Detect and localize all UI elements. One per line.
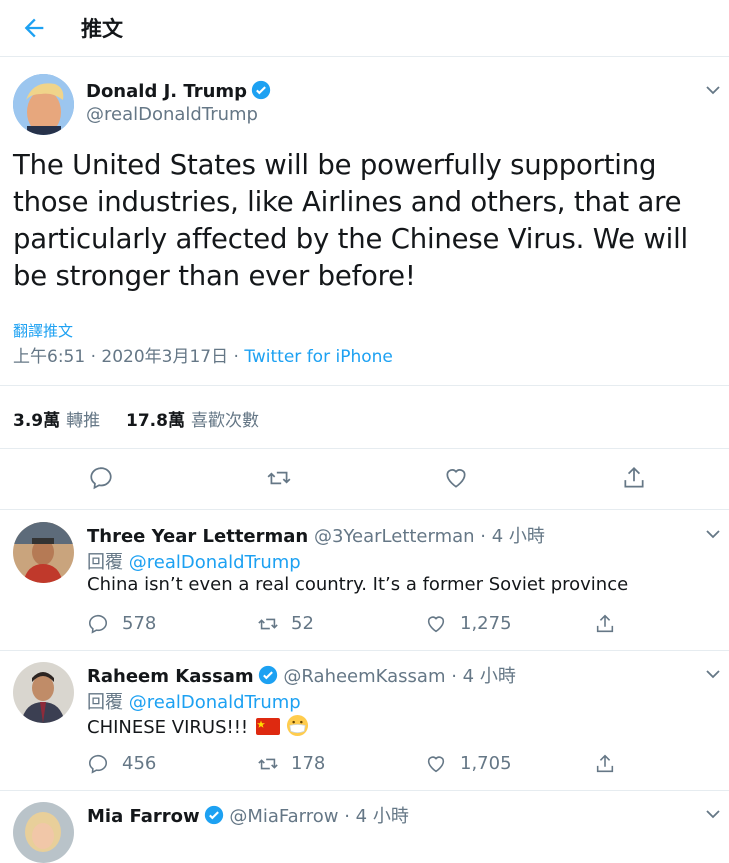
tweet-meta: 上午6:51 · 2020年3月17日 · Twitter for iPhone: [13, 342, 393, 367]
likes-stat[interactable]: 17.8萬 喜歡次數: [126, 406, 259, 431]
verified-badge-icon: [204, 805, 223, 825]
reply-text: CHINESE VIRUS!!!: [87, 714, 309, 738]
reply-icon: [88, 614, 108, 634]
avatar[interactable]: [13, 802, 74, 863]
reply-actions: 578 52 1,275: [87, 612, 647, 636]
reply-time: · 4 小時: [451, 666, 516, 687]
author-name[interactable]: Raheem Kassam: [87, 666, 254, 687]
chevron-down-icon[interactable]: [705, 806, 721, 822]
page-title: 推文: [81, 17, 123, 41]
translate-link[interactable]: 翻譯推文: [13, 320, 73, 341]
reply-time: · 4 小時: [480, 526, 545, 547]
like-icon: [427, 616, 445, 633]
reply-tweet: Mia Farrow @MiaFarrow · 4 小時: [0, 790, 729, 863]
reply-tweet: Raheem Kassam @RaheemKassam · 4 小時 回覆 @r…: [0, 650, 729, 791]
tweet-stats: 3.9萬 轉推 17.8萬 喜歡次數: [0, 385, 729, 449]
reply-to: 回覆 @realDonaldTrump: [87, 692, 301, 713]
chevron-down-icon[interactable]: [705, 82, 721, 98]
source-link[interactable]: Twitter for iPhone: [244, 347, 393, 367]
china-flag-emoji: [255, 718, 280, 735]
avatar[interactable]: [13, 662, 74, 723]
chevron-down-icon[interactable]: [705, 526, 721, 542]
reply-text: China isn’t even a real country. It’s a …: [87, 574, 629, 595]
retweet-icon: [258, 758, 278, 770]
avatar[interactable]: [13, 74, 74, 135]
author-handle[interactable]: @3YearLetterman: [314, 526, 475, 547]
retweet-icon[interactable]: [266, 465, 292, 491]
retweets-stat[interactable]: 3.9萬 轉推: [13, 406, 100, 431]
reply-author: Mia Farrow @MiaFarrow · 4 小時: [87, 802, 409, 828]
timestamp: 上午6:51 · 2020年3月17日 ·: [13, 347, 245, 367]
retweet-icon: [258, 618, 278, 630]
reply-author: Three Year Letterman @3YearLetterman · 4…: [87, 522, 545, 548]
mask-face-emoji: [286, 714, 308, 737]
author-name[interactable]: Mia Farrow: [87, 806, 200, 827]
reply-actions: 456 178 1,705: [87, 752, 647, 776]
author-handle[interactable]: @MiaFarrow: [229, 806, 338, 827]
top-bar: 推文: [0, 0, 729, 57]
reply-to-handle[interactable]: @realDonaldTrump: [129, 552, 301, 573]
author-name[interactable]: Three Year Letterman: [87, 526, 308, 547]
reply-time: · 4 小時: [344, 806, 409, 827]
back-arrow-icon[interactable]: [20, 14, 48, 42]
like-icon[interactable]: [443, 465, 469, 491]
share-icon[interactable]: [621, 465, 647, 491]
reply-to-handle[interactable]: @realDonaldTrump: [129, 692, 301, 713]
share-icon: [596, 614, 614, 633]
chevron-down-icon[interactable]: [705, 666, 721, 682]
reply-tweet: Three Year Letterman @3YearLetterman · 4…: [0, 510, 729, 651]
like-icon: [427, 756, 445, 773]
tweet-text: The United States will be powerfully sup…: [13, 149, 688, 292]
share-icon: [596, 754, 614, 773]
verified-badge-icon: [258, 665, 277, 685]
reply-author: Raheem Kassam @RaheemKassam · 4 小時: [87, 662, 516, 688]
author-handle[interactable]: @realDonaldTrump: [86, 104, 258, 125]
reply-icon[interactable]: [88, 465, 114, 491]
author-handle[interactable]: @RaheemKassam: [283, 666, 445, 687]
reply-to: 回覆 @realDonaldTrump: [87, 552, 301, 573]
avatar[interactable]: [13, 522, 74, 583]
verified-badge-icon: [251, 80, 271, 100]
tweet-actions: [0, 447, 729, 510]
author-name[interactable]: Donald J. Trump: [86, 80, 271, 102]
reply-icon: [88, 754, 108, 774]
